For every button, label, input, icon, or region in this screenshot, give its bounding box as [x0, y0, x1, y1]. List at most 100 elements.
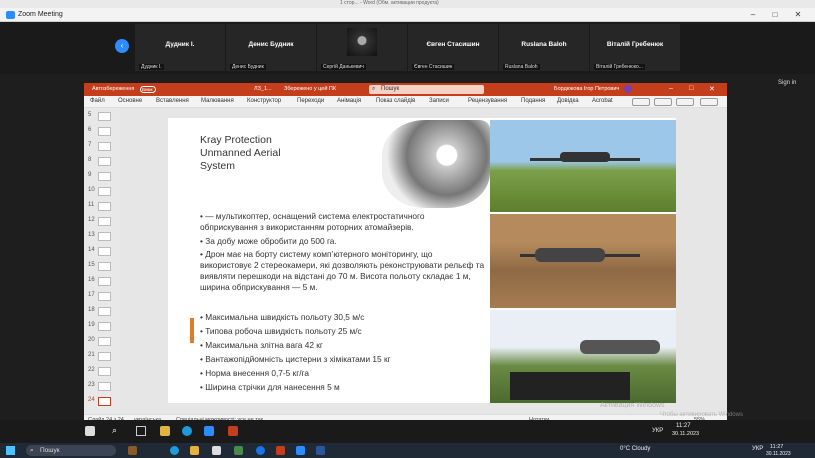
maximize-button[interactable]: □: [765, 9, 785, 21]
user-avatar[interactable]: [624, 85, 632, 93]
slide-canvas[interactable]: Kray Protection Unmanned Aerial System •…: [168, 118, 676, 403]
drone-body-icon: [560, 152, 610, 162]
thumbnail-item[interactable]: 13: [84, 231, 120, 242]
tab-view[interactable]: Подання: [521, 98, 545, 104]
close-button[interactable]: ✕: [788, 9, 808, 21]
thumbnail-number: 14: [88, 247, 95, 253]
thumbnail-image: [98, 247, 111, 256]
thumbnail-item[interactable]: 14: [84, 246, 120, 257]
participant-tile[interactable]: Дудник І. Дудник І.: [135, 24, 225, 71]
thumbnail-image: [98, 202, 111, 211]
participant-tile[interactable]: Віталій Гребенюк Віталій Гребенюко...: [590, 24, 680, 71]
taskbar-search[interactable]: ⌕ Пошук: [26, 445, 116, 456]
tab-home[interactable]: Основне: [118, 98, 142, 104]
tab-file[interactable]: Файл: [90, 98, 105, 104]
thumbnail-item[interactable]: 17: [84, 291, 120, 302]
tab-help[interactable]: Довідка: [557, 98, 579, 104]
thumbnail-image: [98, 397, 111, 406]
thumbnail-item[interactable]: 8: [84, 156, 120, 167]
participant-label: Сергій Данькевич: [321, 64, 366, 70]
thumbnail-item[interactable]: 7: [84, 141, 120, 152]
user-name[interactable]: Бордюкова Ігор Петрович: [554, 86, 619, 92]
excel-icon[interactable]: [234, 446, 243, 455]
search-icon: ⌕: [30, 447, 34, 454]
bullet-text: • Норма внесення 0,7-5 кг/га: [200, 368, 310, 378]
tab-acrobat[interactable]: Acrobat: [592, 98, 613, 104]
word-icon[interactable]: [316, 446, 325, 455]
thumbnail-image: [98, 352, 111, 361]
thumbnail-item[interactable]: 18: [84, 306, 120, 317]
tab-slideshow[interactable]: Показ слайдів: [376, 98, 415, 104]
participant-tile[interactable]: Ruslana Baloh Ruslana Baloh: [499, 24, 589, 71]
thumbnail-item[interactable]: 6: [84, 126, 120, 137]
thumbnail-item[interactable]: 22: [84, 366, 120, 377]
taskview-icon[interactable]: [136, 426, 146, 436]
thumbnail-item[interactable]: 11: [84, 201, 120, 212]
participant-tile[interactable]: Денис Будник Денис Будник: [226, 24, 316, 71]
tab-animations[interactable]: Анімація: [337, 98, 361, 104]
tab-review[interactable]: Рецензування: [468, 98, 507, 104]
thumbnail-item[interactable]: 20: [84, 336, 120, 347]
zoom-icon[interactable]: [204, 426, 214, 436]
comments-button[interactable]: [632, 98, 650, 106]
thumbnail-item[interactable]: 16: [84, 276, 120, 287]
sign-in-link[interactable]: Sign in: [778, 80, 796, 86]
app-icon[interactable]: [276, 446, 285, 455]
thumbnail-item[interactable]: 12: [84, 216, 120, 227]
windows-icon[interactable]: [85, 426, 95, 436]
edge-icon[interactable]: [170, 446, 179, 455]
maximize-icon[interactable]: □: [689, 85, 693, 92]
thumbnail-number: 16: [88, 277, 95, 283]
participant-tile[interactable]: Сергій Данькевич: [317, 24, 407, 71]
tab-record[interactable]: Записи: [429, 98, 449, 104]
thumbnail-number: 10: [88, 187, 95, 193]
thumbnail-item[interactable]: 9: [84, 171, 120, 182]
zoom-icon[interactable]: [296, 446, 305, 455]
weather-widget[interactable]: 0°C Cloudy: [620, 446, 650, 452]
thumbnail-item[interactable]: 10: [84, 186, 120, 197]
thumbnail-item[interactable]: 21: [84, 351, 120, 362]
file-name: ЛЗ_1...: [254, 86, 272, 92]
explorer-icon[interactable]: [190, 446, 199, 455]
close-icon[interactable]: ✕: [709, 85, 715, 93]
tab-design[interactable]: Конструктор: [247, 98, 281, 104]
search-icon[interactable]: ⌕: [112, 425, 117, 436]
store-icon[interactable]: [212, 446, 221, 455]
tab-draw[interactable]: Малювання: [201, 98, 234, 104]
thumbnail-item[interactable]: 19: [84, 321, 120, 332]
record-button[interactable]: [654, 98, 672, 106]
start-icon[interactable]: [6, 446, 15, 455]
present-button[interactable]: [676, 98, 694, 106]
thumbnail-image: [98, 367, 111, 376]
minimize-button[interactable]: –: [743, 9, 763, 21]
thumbnail-image: [98, 307, 111, 316]
tab-insert[interactable]: Вставлення: [156, 98, 189, 104]
thumbnail-item[interactable]: 23: [84, 381, 120, 392]
slide-title[interactable]: Kray Protection Unmanned Aerial System: [200, 134, 350, 173]
powerpoint-icon[interactable]: [228, 426, 238, 436]
thumbnail-number: 15: [88, 262, 95, 268]
slide-thumbnails: 5 6 7 8 9 10 11 12 13 14 15 16 17 18 19 …: [84, 108, 120, 414]
powerpoint-window: Автозбереження Вимк ЛЗ_1... Збережено у …: [84, 83, 727, 425]
thumbnail-number: 7: [88, 142, 92, 148]
search-input[interactable]: ⌕ Пошук: [369, 85, 484, 94]
explorer-icon[interactable]: [160, 426, 170, 436]
thumbnail-number: 9: [88, 172, 92, 178]
thumbnail-item-active[interactable]: 24: [84, 396, 120, 407]
drone-body-icon: [535, 248, 605, 262]
participant-tile[interactable]: Євген Стасишин Євген Стасишин: [408, 24, 498, 71]
thumbnail-number: 21: [88, 352, 95, 358]
share-button[interactable]: [700, 98, 718, 106]
thumbnail-number: 5: [88, 112, 92, 118]
thumbnail-item[interactable]: 5: [84, 111, 120, 122]
search-icon: ⌕: [372, 86, 376, 92]
lang-indicator[interactable]: УКР: [752, 446, 763, 452]
lang-indicator[interactable]: УКР: [652, 428, 663, 434]
minimize-icon[interactable]: –: [669, 85, 673, 92]
chrome-icon[interactable]: [256, 446, 265, 455]
edge-icon[interactable]: [182, 426, 192, 436]
tab-transitions[interactable]: Переходи: [297, 98, 324, 104]
app-thumbnail-icon[interactable]: [128, 446, 137, 455]
strip-prev-button[interactable]: ‹: [115, 39, 129, 53]
thumbnail-item[interactable]: 15: [84, 261, 120, 272]
